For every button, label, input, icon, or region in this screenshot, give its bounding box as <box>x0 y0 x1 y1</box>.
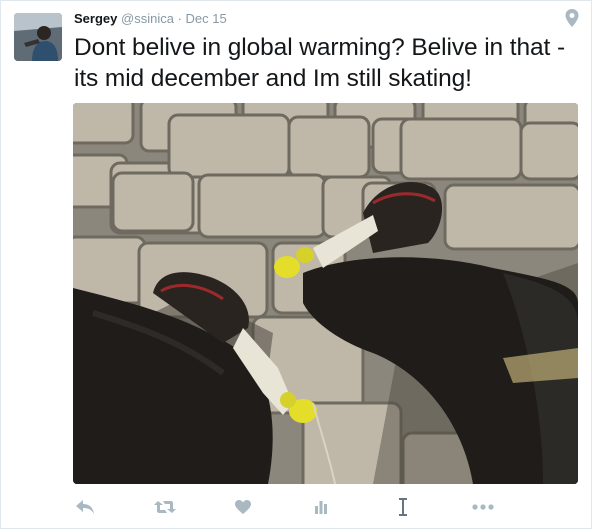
tweet-date[interactable]: Dec 15 <box>186 11 227 26</box>
display-name[interactable]: Sergey <box>74 11 117 26</box>
more-icon[interactable] <box>471 496 495 518</box>
reply-icon[interactable] <box>73 496 97 518</box>
tweet-header: Sergey @ssinica · Dec 15 <box>74 11 227 29</box>
tweet-text: Dont belive in global warming? Belive in… <box>74 34 566 92</box>
user-handle[interactable]: @ssinica <box>121 11 174 26</box>
analytics-icon[interactable] <box>309 496 333 518</box>
retweet-icon[interactable] <box>153 496 177 518</box>
tweet-card[interactable]: Sergey @ssinica · Dec 15 Dont belive in … <box>0 0 592 529</box>
like-icon[interactable] <box>231 496 255 518</box>
meta-separator: · <box>177 11 182 26</box>
avatar[interactable] <box>14 13 62 61</box>
location-pin-icon[interactable] <box>565 9 579 27</box>
cursor-text-icon <box>391 496 415 518</box>
tweet-actions <box>73 496 513 518</box>
tweet-photo[interactable] <box>73 103 578 484</box>
